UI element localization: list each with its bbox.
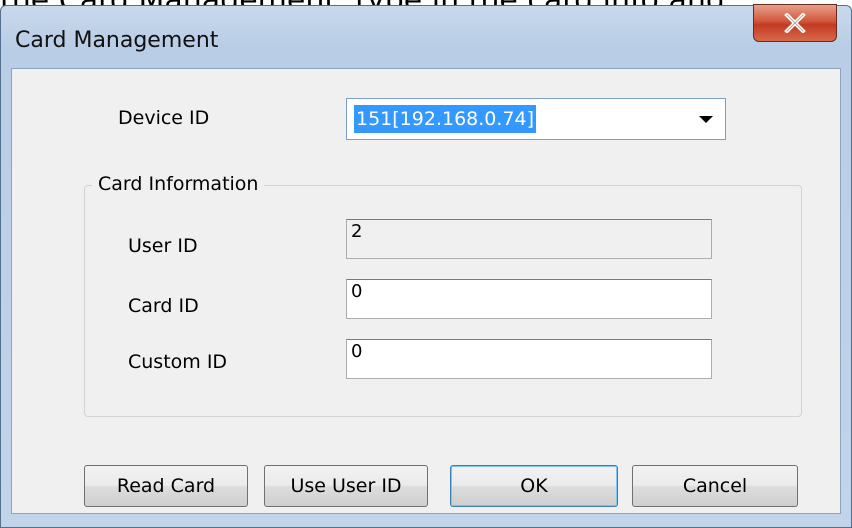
dialog-client-area: Device ID 151[192.168.0.74] Card Informa… [11, 68, 841, 514]
card-information-title: Card Information [92, 173, 265, 195]
device-id-value: 151[192.168.0.74] [354, 105, 537, 133]
custom-id-label: Custom ID [128, 351, 228, 373]
card-id-label: Card ID [128, 295, 199, 317]
read-card-button[interactable]: Read Card [84, 465, 248, 507]
close-icon [784, 13, 806, 33]
card-id-field[interactable]: 0 [346, 279, 712, 319]
custom-id-field[interactable]: 0 [346, 339, 712, 379]
device-id-dropdown[interactable]: 151[192.168.0.74] [346, 98, 726, 140]
close-button[interactable] [753, 4, 837, 42]
dialog-title: Card Management [15, 28, 219, 53]
card-management-dialog: Card Management Device ID 151[192.168.0.… [0, 4, 852, 528]
dropdown-arrow-icon[interactable] [699, 116, 713, 123]
user-id-field[interactable]: 2 [346, 219, 712, 259]
cancel-button[interactable]: Cancel [632, 465, 798, 507]
title-bar[interactable]: Card Management [1, 4, 851, 72]
ok-button[interactable]: OK [450, 465, 618, 507]
user-id-label: User ID [128, 235, 198, 257]
use-user-id-button[interactable]: Use User ID [264, 465, 428, 507]
device-id-label: Device ID [118, 107, 210, 129]
